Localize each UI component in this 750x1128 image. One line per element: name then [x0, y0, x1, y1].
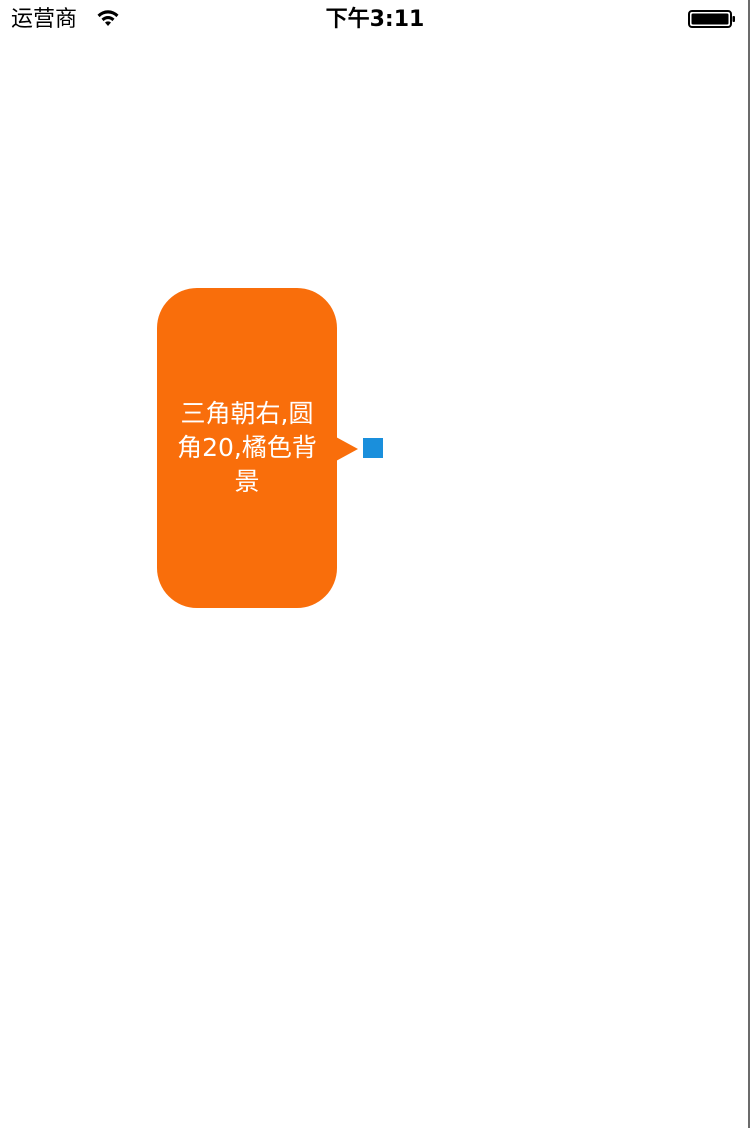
status-bar: 运营商 下午3:11	[0, 0, 750, 40]
anchor-point	[363, 438, 383, 458]
screen: 运营商 下午3:11 三角朝右,圆角20,橘色背景	[0, 0, 750, 1128]
bubble-text: 三角朝右,圆角20,橘色背景	[177, 399, 317, 496]
status-time: 下午3:11	[325, 7, 425, 32]
battery-icon	[688, 10, 735, 28]
bubble-arrow-right	[336, 437, 358, 461]
speech-bubble: 三角朝右,圆角20,橘色背景	[157, 288, 337, 608]
